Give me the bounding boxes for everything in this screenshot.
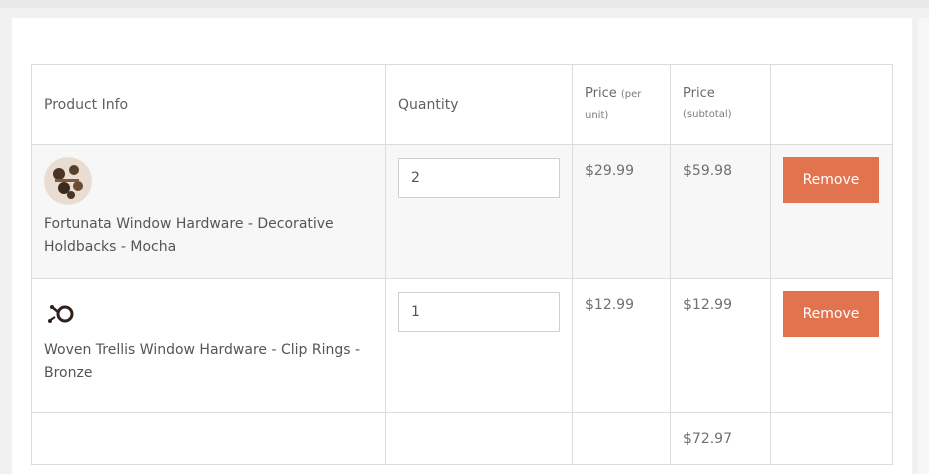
decorative-holdbacks-image (44, 157, 92, 205)
total-cell: $72.97 (670, 412, 771, 465)
product-info-cell: Woven Trellis Window Hardware - Clip Rin… (31, 278, 386, 413)
total-empty-cell (385, 412, 573, 465)
cart-total: $72.97 (683, 431, 732, 447)
right-edge (918, 18, 929, 474)
header-price-unit: Price (per unit) (572, 64, 671, 145)
remove-button[interactable]: Remove (783, 291, 879, 337)
table-header-row: Product Info Quantity Price (per unit) P… (31, 64, 893, 145)
header-quantity: Quantity (385, 64, 573, 145)
header-price-subtotal-label: Price (683, 86, 715, 101)
unit-price: $29.99 (585, 163, 634, 179)
header-product-label: Product Info (44, 96, 129, 113)
unit-price-cell: $29.99 (572, 144, 671, 279)
quantity-cell (385, 278, 573, 413)
quantity-input[interactable] (398, 292, 560, 332)
unit-price-cell: $12.99 (572, 278, 671, 413)
total-empty-cell (31, 412, 386, 465)
total-row: $72.97 (31, 412, 893, 465)
quantity-cell (385, 144, 573, 279)
cart-table: Product Info Quantity Price (per unit) P… (31, 64, 893, 465)
header-product-info: Product Info (31, 64, 386, 145)
table-row: Fortunata Window Hardware - Decorative H… (31, 144, 893, 279)
header-price-subtotal: Price (subtotal) (670, 64, 771, 145)
remove-cell: Remove (770, 278, 893, 413)
top-bar (0, 0, 929, 8)
table-row: Woven Trellis Window Hardware - Clip Rin… (31, 278, 893, 413)
subtotal-cell: $12.99 (670, 278, 771, 413)
header-price-unit-label: Price (585, 85, 617, 101)
remove-cell: Remove (770, 144, 893, 279)
quantity-input[interactable] (398, 158, 560, 198)
subtotal-price: $12.99 (683, 297, 732, 313)
remove-button[interactable]: Remove (783, 157, 879, 203)
total-empty-cell (572, 412, 671, 465)
total-empty-cell (770, 412, 893, 465)
subtotal-cell: $59.98 (670, 144, 771, 279)
header-price-subtotal-sub: (subtotal) (683, 109, 732, 120)
product-info-cell: Fortunata Window Hardware - Decorative H… (31, 144, 386, 279)
clip-rings-image (48, 305, 74, 323)
product-name[interactable]: Fortunata Window Hardware - Decorative H… (44, 213, 373, 259)
header-quantity-label: Quantity (398, 96, 459, 113)
product-name[interactable]: Woven Trellis Window Hardware - Clip Rin… (44, 339, 373, 385)
subtotal-price: $59.98 (683, 163, 732, 179)
unit-price: $12.99 (585, 297, 634, 313)
header-actions (770, 64, 893, 145)
